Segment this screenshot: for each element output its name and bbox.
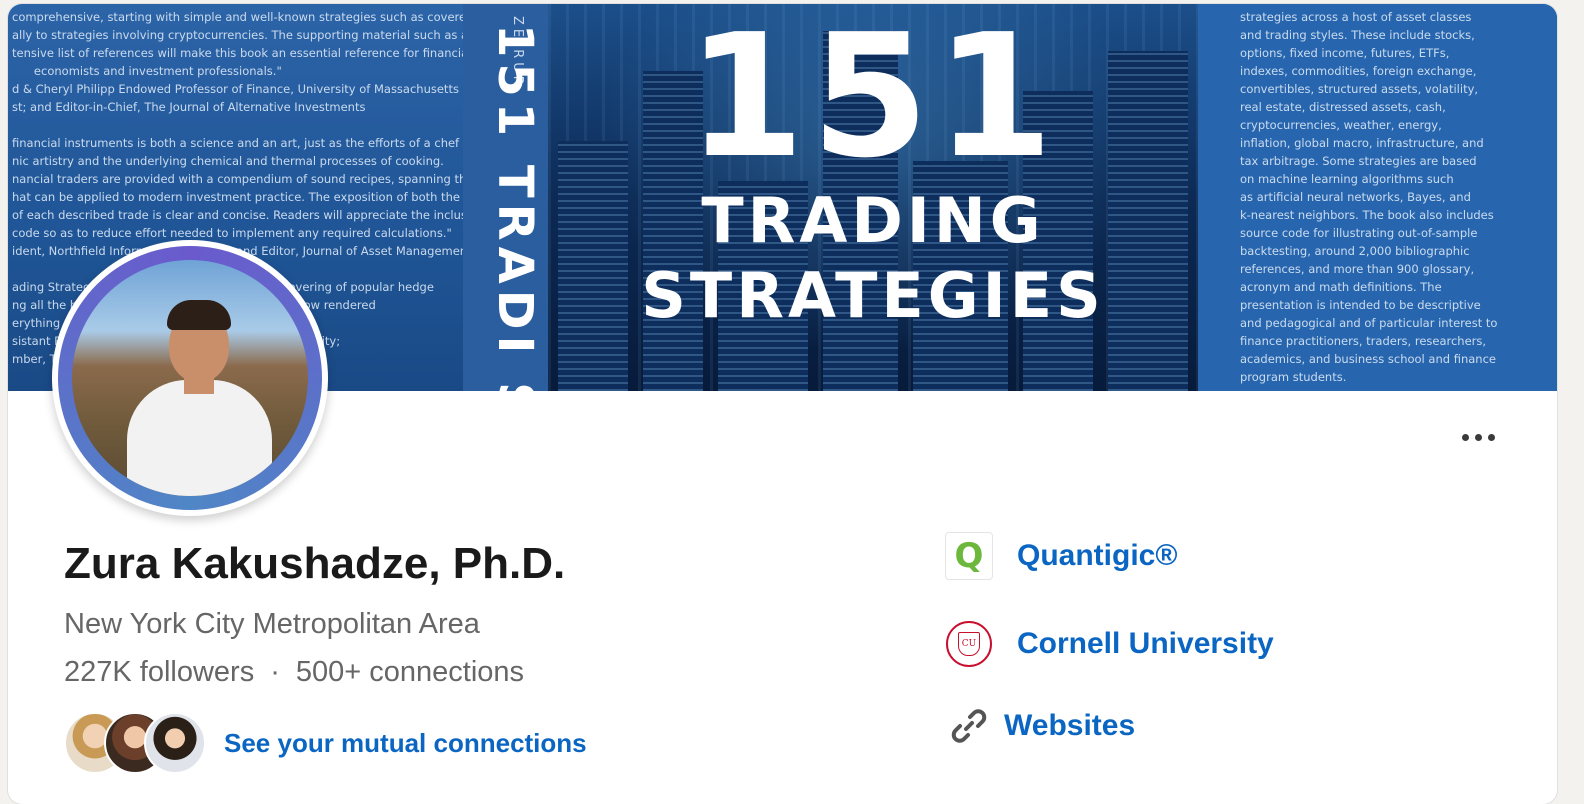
profile-location: New York City Metropolitan Area xyxy=(64,608,480,640)
websites-label[interactable]: Websites xyxy=(1004,709,1135,743)
company-name[interactable]: Quantigic® xyxy=(1017,539,1177,573)
mutual-connections-label[interactable]: See your mutual connections xyxy=(224,728,587,759)
book-cover-number: 151 xyxy=(686,4,1060,196)
mutual-connections-link[interactable]: See your mutual connections xyxy=(64,712,587,774)
current-company-link[interactable]: Q Quantigic® xyxy=(944,531,1177,581)
book-spine: ZE RUR 151 TRADI STRATE xyxy=(463,4,548,391)
link-icon xyxy=(944,701,994,751)
education-link[interactable]: CU Cornell University xyxy=(944,619,1274,669)
quantigic-logo-icon: Q xyxy=(945,532,993,580)
profile-photo[interactable] xyxy=(52,240,328,516)
connections-count[interactable]: 500+ connections xyxy=(296,656,524,688)
more-options-button[interactable] xyxy=(1452,422,1504,452)
book-cover-title-line1: TRADING xyxy=(701,184,1045,257)
book-back-panel: strategies across a host of asset classe… xyxy=(1198,4,1557,391)
mutual-connection-avatars xyxy=(64,712,206,774)
school-logo: CU xyxy=(944,619,994,669)
company-logo: Q xyxy=(944,531,994,581)
stats-separator: · xyxy=(270,656,280,688)
open-to-ring xyxy=(58,246,322,510)
websites-link[interactable]: Websites xyxy=(944,701,1135,751)
spine-title: 151 TRADI STRATE xyxy=(487,24,543,391)
school-name[interactable]: Cornell University xyxy=(1017,627,1274,661)
cornell-seal-icon: CU xyxy=(946,621,992,667)
book-cover-title-line2: STRATEGIES xyxy=(641,259,1105,332)
avatar xyxy=(144,712,206,774)
profile-photo-image xyxy=(72,260,308,496)
more-options-icon xyxy=(1461,433,1469,441)
profile-stats: 227K followers · 500+ connections xyxy=(64,656,524,689)
profile-name: Zura Kakushadze, Ph.D. xyxy=(64,539,566,588)
followers-count: 227K followers xyxy=(64,656,255,688)
book-description-text: strategies across a host of asset classe… xyxy=(1240,10,1498,384)
